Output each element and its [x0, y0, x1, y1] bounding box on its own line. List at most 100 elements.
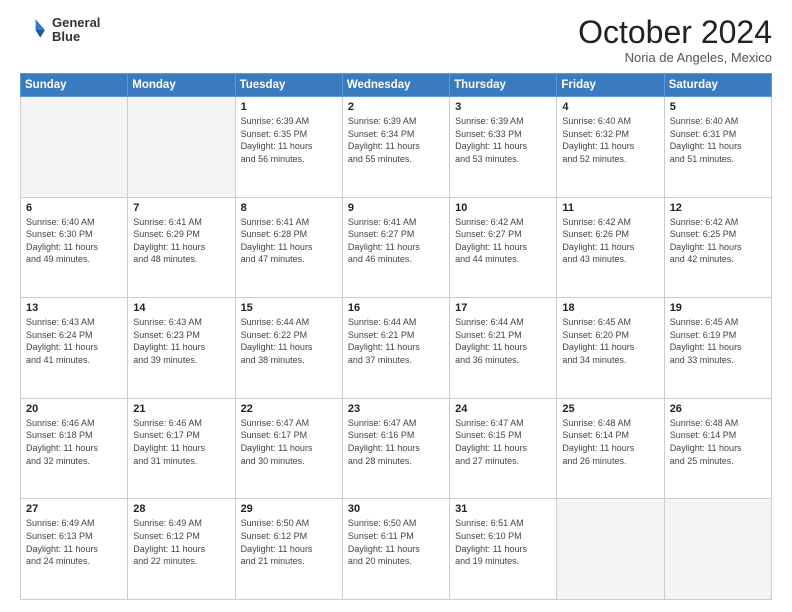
calendar-day-cell: 16Sunrise: 6:44 AM Sunset: 6:21 PM Dayli… [342, 298, 449, 399]
day-detail: Sunrise: 6:47 AM Sunset: 6:16 PM Dayligh… [348, 417, 444, 467]
day-number: 24 [455, 403, 551, 415]
calendar-day-cell: 15 Sunrise: 6:44 AM Sunset: 6:22 PM Dayli… [235, 298, 342, 399]
day-number: 31 [455, 503, 551, 515]
day-number: 3 [455, 101, 551, 113]
calendar-week-row: 20 Sunrise: 6:46 AM Sunset: 6:18 PM Dayli… [21, 398, 772, 499]
day-number: 21 [133, 403, 229, 415]
logo-line1: General [52, 16, 100, 30]
month-title: October 2024 [578, 16, 772, 48]
day-detail: Sunrise: 6:41 AM Sunset: 6:29 PM Dayligh… [133, 216, 229, 266]
day-number: 23 [348, 403, 444, 415]
calendar-day-cell: 25Sunrise: 6:48 AM Sunset: 6:14 PM Dayli… [557, 398, 664, 499]
day-detail: Sunrise: 6:39 AM Sunset: 6:35 PM Dayligh… [241, 115, 337, 165]
title-area: October 2024 Noria de Angeles, Mexico [578, 16, 772, 65]
day-number: 29 [241, 503, 337, 515]
calendar-day-cell: 12 Sunrise: 6:42 AM Sunset: 6:25 PM Dayli… [664, 197, 771, 298]
calendar-day-cell: 9 Sunrise: 6:41 AM Sunset: 6:27 PM Daylig… [342, 197, 449, 298]
day-detail: Sunrise: 6:43 AM Sunset: 6:24 PM Dayligh… [26, 316, 122, 366]
day-number: 12 [670, 202, 766, 214]
calendar-day-cell: 14Sunrise: 6:43 AM Sunset: 6:23 PM Dayli… [128, 298, 235, 399]
day-of-week-header: Friday [557, 74, 664, 97]
calendar-day-cell: 30Sunrise: 6:50 AM Sunset: 6:11 PM Dayli… [342, 499, 449, 600]
calendar-day-cell: 3 Sunrise: 6:39 AM Sunset: 6:33 PM Daylig… [450, 97, 557, 198]
day-number: 25 [562, 403, 658, 415]
header: General Blue October 2024 Noria de Angel… [20, 16, 772, 65]
day-detail: Sunrise: 6:50 AM Sunset: 6:11 PM Dayligh… [348, 517, 444, 567]
calendar-day-cell: 29 Sunrise: 6:50 AM Sunset: 6:12 PM Dayli… [235, 499, 342, 600]
location: Noria de Angeles, Mexico [578, 50, 772, 65]
calendar-day-cell: 17Sunrise: 6:44 AM Sunset: 6:21 PM Dayli… [450, 298, 557, 399]
day-detail: Sunrise: 6:47 AM Sunset: 6:17 PM Dayligh… [241, 417, 337, 467]
calendar-day-cell [128, 97, 235, 198]
day-detail: Sunrise: 6:42 AM Sunset: 6:26 PM Dayligh… [562, 216, 658, 266]
day-of-week-header: Wednesday [342, 74, 449, 97]
calendar-day-cell: 13 Sunrise: 6:43 AM Sunset: 6:24 PM Dayli… [21, 298, 128, 399]
calendar-day-cell: 6Sunrise: 6:40 AM Sunset: 6:30 PM Daylig… [21, 197, 128, 298]
day-number: 13 [26, 302, 122, 314]
calendar-day-cell [557, 499, 664, 600]
day-number: 27 [26, 503, 122, 515]
calendar-day-cell: 1Sunrise: 6:39 AM Sunset: 6:35 PM Daylig… [235, 97, 342, 198]
calendar-day-cell: 28Sunrise: 6:49 AM Sunset: 6:12 PM Dayli… [128, 499, 235, 600]
calendar-day-cell [664, 499, 771, 600]
day-detail: Sunrise: 6:39 AM Sunset: 6:34 PM Dayligh… [348, 115, 444, 165]
calendar-day-cell: 20 Sunrise: 6:46 AM Sunset: 6:18 PM Dayli… [21, 398, 128, 499]
day-number: 10 [455, 202, 551, 214]
calendar-day-cell [21, 97, 128, 198]
day-detail: Sunrise: 6:46 AM Sunset: 6:17 PM Dayligh… [133, 417, 229, 467]
day-detail: Sunrise: 6:45 AM Sunset: 6:20 PM Dayligh… [562, 316, 658, 366]
day-of-week-header: Monday [128, 74, 235, 97]
day-detail: Sunrise: 6:49 AM Sunset: 6:13 PM Dayligh… [26, 517, 122, 567]
day-detail: Sunrise: 6:39 AM Sunset: 6:33 PM Dayligh… [455, 115, 551, 165]
day-detail: Sunrise: 6:50 AM Sunset: 6:12 PM Dayligh… [241, 517, 337, 567]
day-detail: Sunrise: 6:48 AM Sunset: 6:14 PM Dayligh… [670, 417, 766, 467]
day-number: 26 [670, 403, 766, 415]
calendar-day-cell: 27 Sunrise: 6:49 AM Sunset: 6:13 PM Dayli… [21, 499, 128, 600]
calendar-day-cell: 19 Sunrise: 6:45 AM Sunset: 6:19 PM Dayli… [664, 298, 771, 399]
day-detail: Sunrise: 6:44 AM Sunset: 6:21 PM Dayligh… [348, 316, 444, 366]
day-detail: Sunrise: 6:41 AM Sunset: 6:27 PM Dayligh… [348, 216, 444, 266]
day-detail: Sunrise: 6:40 AM Sunset: 6:30 PM Dayligh… [26, 216, 122, 266]
calendar-week-row: 27 Sunrise: 6:49 AM Sunset: 6:13 PM Dayli… [21, 499, 772, 600]
day-detail: Sunrise: 6:45 AM Sunset: 6:19 PM Dayligh… [670, 316, 766, 366]
day-number: 5 [670, 101, 766, 113]
day-number: 15 [241, 302, 337, 314]
day-detail: Sunrise: 6:46 AM Sunset: 6:18 PM Dayligh… [26, 417, 122, 467]
calendar-day-cell: 23 Sunrise: 6:47 AM Sunset: 6:16 PM Dayli… [342, 398, 449, 499]
calendar-header-row: SundayMondayTuesdayWednesdayThursdayFrid… [21, 74, 772, 97]
day-number: 17 [455, 302, 551, 314]
day-detail: Sunrise: 6:47 AM Sunset: 6:15 PM Dayligh… [455, 417, 551, 467]
day-number: 2 [348, 101, 444, 113]
day-number: 18 [562, 302, 658, 314]
day-of-week-header: Thursday [450, 74, 557, 97]
day-detail: Sunrise: 6:40 AM Sunset: 6:32 PM Dayligh… [562, 115, 658, 165]
calendar-day-cell: 22 Sunrise: 6:47 AM Sunset: 6:17 PM Dayli… [235, 398, 342, 499]
day-detail: Sunrise: 6:43 AM Sunset: 6:23 PM Dayligh… [133, 316, 229, 366]
day-detail: Sunrise: 6:42 AM Sunset: 6:27 PM Dayligh… [455, 216, 551, 266]
day-number: 9 [348, 202, 444, 214]
day-detail: Sunrise: 6:40 AM Sunset: 6:31 PM Dayligh… [670, 115, 766, 165]
calendar-day-cell: 10 Sunrise: 6:42 AM Sunset: 6:27 PM Dayli… [450, 197, 557, 298]
day-number: 8 [241, 202, 337, 214]
page: General Blue October 2024 Noria de Angel… [0, 0, 792, 612]
day-detail: Sunrise: 6:42 AM Sunset: 6:25 PM Dayligh… [670, 216, 766, 266]
calendar-week-row: 13 Sunrise: 6:43 AM Sunset: 6:24 PM Dayli… [21, 298, 772, 399]
calendar-day-cell: 8 Sunrise: 6:41 AM Sunset: 6:28 PM Daylig… [235, 197, 342, 298]
day-number: 22 [241, 403, 337, 415]
day-detail: Sunrise: 6:51 AM Sunset: 6:10 PM Dayligh… [455, 517, 551, 567]
calendar-day-cell: 21 Sunrise: 6:46 AM Sunset: 6:17 PM Dayli… [128, 398, 235, 499]
calendar-day-cell: 24 Sunrise: 6:47 AM Sunset: 6:15 PM Dayli… [450, 398, 557, 499]
calendar-day-cell: 31 Sunrise: 6:51 AM Sunset: 6:10 PM Dayli… [450, 499, 557, 600]
logo: General Blue [20, 16, 100, 45]
day-detail: Sunrise: 6:41 AM Sunset: 6:28 PM Dayligh… [241, 216, 337, 266]
day-detail: Sunrise: 6:49 AM Sunset: 6:12 PM Dayligh… [133, 517, 229, 567]
calendar-week-row: 1Sunrise: 6:39 AM Sunset: 6:35 PM Daylig… [21, 97, 772, 198]
day-number: 19 [670, 302, 766, 314]
calendar-day-cell: 11Sunrise: 6:42 AM Sunset: 6:26 PM Dayli… [557, 197, 664, 298]
day-detail: Sunrise: 6:44 AM Sunset: 6:22 PM Dayligh… [241, 316, 337, 366]
day-of-week-header: Sunday [21, 74, 128, 97]
day-of-week-header: Saturday [664, 74, 771, 97]
calendar-day-cell: 18 Sunrise: 6:45 AM Sunset: 6:20 PM Dayli… [557, 298, 664, 399]
day-number: 20 [26, 403, 122, 415]
calendar-week-row: 6Sunrise: 6:40 AM Sunset: 6:30 PM Daylig… [21, 197, 772, 298]
